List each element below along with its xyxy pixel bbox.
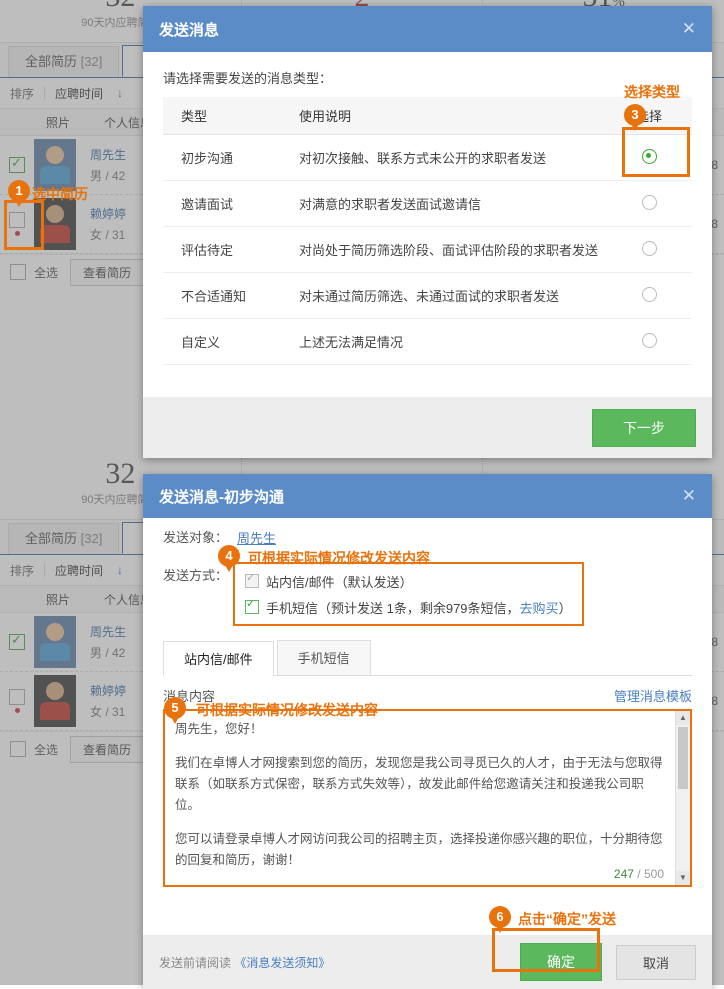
annotation-text-5: 可根据实际情况修改发送内容 xyxy=(196,700,378,720)
scrollbar-thumb[interactable] xyxy=(678,727,688,789)
table-row[interactable]: 自定义 上述无法满足情况 xyxy=(163,318,692,365)
pin-number: 5 xyxy=(164,697,186,724)
annotation-text-3: 选择类型 xyxy=(624,82,680,102)
char-count: 247 xyxy=(613,867,634,881)
sms-checkbox[interactable] xyxy=(245,597,259,614)
table-row[interactable]: 邀请面试 对满意的求职者发送面试邀请信 xyxy=(163,180,692,227)
scroll-up-icon[interactable]: ▲ xyxy=(676,711,690,725)
pin-number: 1 xyxy=(8,180,30,207)
message-type-table: 类型 使用说明 选择 初步沟通 对初次接触、联系方式未公开的求职者发送 邀请面试… xyxy=(163,97,692,365)
pin-number: 6 xyxy=(489,906,511,933)
tab-sms[interactable]: 手机短信 xyxy=(276,640,371,675)
type-radio-cell[interactable] xyxy=(606,272,692,319)
column-header-desc: 使用说明 xyxy=(281,97,606,135)
type-desc: 对初次接触、联系方式未公开的求职者发送 xyxy=(281,134,606,181)
table-header-row: 类型 使用说明 选择 xyxy=(163,97,692,135)
dialog-footer: 下一步 xyxy=(143,397,712,458)
annotation-pin-4: 4 xyxy=(218,545,240,572)
manage-template-link[interactable]: 管理消息模板 xyxy=(614,686,692,705)
next-step-button[interactable]: 下一步 xyxy=(592,408,696,447)
recipient-row: 发送对象： 周先生 xyxy=(143,518,712,548)
footer-note: 发送前请阅读 《消息发送须知》 xyxy=(159,954,520,971)
sms-label-tail: ） xyxy=(558,600,572,616)
method-option-sms[interactable]: 手机短信（预计发送 1条，剩余979条短信， 去购买 ） xyxy=(245,596,572,618)
dialog-footer: 发送前请阅读 《消息发送须知》 确定 取消 xyxy=(143,935,712,989)
method-option-inmail[interactable]: 站内信/邮件（默认发送） xyxy=(245,570,572,592)
type-name: 自定义 xyxy=(163,318,281,365)
message-paragraph: 周先生，您好！ xyxy=(175,722,263,736)
radio-button[interactable] xyxy=(641,286,657,302)
type-desc: 上述无法满足情况 xyxy=(281,318,606,365)
buy-sms-link[interactable]: 去购买 xyxy=(520,598,559,617)
message-paragraph: 我们在卓博人才网搜索到您的简历，发现您是我公司寻觅已久的人才，由于无法与您取得联… xyxy=(175,756,663,812)
annotation-label: 选中简历 xyxy=(32,186,88,202)
char-limit: / 500 xyxy=(637,867,664,881)
type-desc: 对满意的求职者发送面试邀请信 xyxy=(281,180,606,227)
type-name: 不合适通知 xyxy=(163,272,281,319)
type-radio-cell[interactable] xyxy=(606,318,692,365)
dialog-body: 发送对象： 周先生 发送方式： 站内信/邮件（默认发送） 手机短信（预计发送 1… xyxy=(143,518,712,935)
type-name: 邀请面试 xyxy=(163,180,281,227)
annotation-label: 选择类型 xyxy=(624,84,680,100)
annotation-box-6 xyxy=(492,928,600,972)
scroll-down-icon[interactable]: ▼ xyxy=(676,871,690,885)
channel-tabs: 站内信/邮件 手机短信 xyxy=(163,640,692,676)
radio-button[interactable] xyxy=(641,240,657,256)
table-row[interactable]: 不合适通知 对未通过简历筛选、未通过面试的求职者发送 xyxy=(163,272,692,319)
dialog-header: 发送消息-初步沟通 ✕ xyxy=(143,474,712,518)
sms-label: 手机短信（预计发送 1条，剩余979条短信， xyxy=(266,600,520,616)
annotation-box-1 xyxy=(4,200,44,250)
annotation-text-6: 点击“确定”发送 xyxy=(518,909,616,929)
type-desc: 对未通过简历筛选、未通过面试的求职者发送 xyxy=(281,272,606,319)
table-row[interactable]: 评估待定 对尚处于简历筛选阶段、面试评估阶段的求职者发送 xyxy=(163,226,692,273)
dialog-title: 发送消息 xyxy=(159,21,220,39)
footer-note-prefix: 发送前请阅读 xyxy=(159,955,232,970)
annotation-pin-6: 6 xyxy=(489,906,511,933)
annotation-label: 点击“确定”发送 xyxy=(518,911,616,927)
send-notice-link[interactable]: 《消息发送须知》 xyxy=(234,956,330,970)
radio-button[interactable] xyxy=(641,194,657,210)
textarea-scrollbar[interactable]: ▲ ▼ xyxy=(675,711,690,885)
cancel-button[interactable]: 取消 xyxy=(615,944,696,980)
inmail-label: 站内信/邮件（默认发送） xyxy=(266,574,413,590)
type-name: 评估待定 xyxy=(163,226,281,273)
annotation-label: 可根据实际情况修改发送内容 xyxy=(196,702,378,718)
recipient-name[interactable]: 周先生 xyxy=(237,528,276,548)
type-desc: 对尚处于简历筛选阶段、面试评估阶段的求职者发送 xyxy=(281,226,606,273)
dialog-header: 发送消息 ✕ xyxy=(143,6,712,52)
pin-number: 4 xyxy=(218,545,240,572)
radio-button[interactable] xyxy=(641,332,657,348)
send-method-box: 站内信/邮件（默认发送） 手机短信（预计发送 1条，剩余979条短信， 去购买 … xyxy=(233,562,584,626)
column-header-type: 类型 xyxy=(163,97,281,135)
type-radio-cell[interactable] xyxy=(606,180,692,227)
dialog-title: 发送消息-初步沟通 xyxy=(159,488,284,506)
send-message-dialog: 发送消息 ✕ 请选择需要发送的消息类型： 类型 使用说明 选择 初步沟通 对初次… xyxy=(143,6,712,458)
type-name: 初步沟通 xyxy=(163,134,281,181)
annotation-box-3 xyxy=(622,127,690,177)
annotation-pin-5: 5 xyxy=(164,697,186,724)
annotation-label: 可根据实际情况修改发送内容 xyxy=(248,550,430,566)
message-paragraph: 您可以请登录卓博人才网访问我公司的招聘主页，选择投递你感兴趣的职位，十分期待您的… xyxy=(175,832,663,867)
annotation-text-1: 选中简历 xyxy=(32,184,88,204)
message-textarea[interactable]: 周先生，您好！ 我们在卓博人才网搜索到您的简历，发现您是我公司寻觅已久的人才，由… xyxy=(165,711,690,885)
inmail-checkbox xyxy=(245,571,259,588)
annotation-text-4: 可根据实际情况修改发送内容 xyxy=(248,548,430,568)
tab-inmail[interactable]: 站内信/邮件 xyxy=(163,641,274,676)
annotation-pin-3: 3 xyxy=(624,104,646,131)
table-row[interactable]: 初步沟通 对初次接触、联系方式未公开的求职者发送 xyxy=(163,134,692,181)
message-textarea-wrap: 周先生，您好！ 我们在卓博人才网搜索到您的简历，发现您是我公司寻觅已久的人才，由… xyxy=(163,709,692,887)
char-counter: 247 / 500 xyxy=(614,867,664,881)
annotation-pin-1: 1 xyxy=(8,180,30,207)
type-radio-cell[interactable] xyxy=(606,226,692,273)
close-icon[interactable]: ✕ xyxy=(682,486,696,506)
pin-number: 3 xyxy=(624,104,646,131)
close-icon[interactable]: ✕ xyxy=(682,19,696,39)
